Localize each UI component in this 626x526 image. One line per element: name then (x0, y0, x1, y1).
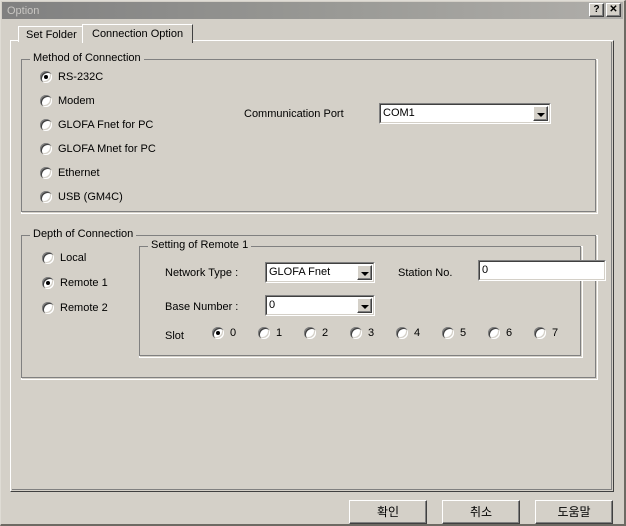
radio-dot-icon (40, 95, 52, 107)
group-depth-of-connection: Depth of Connection Local Remote 1 Remot… (21, 229, 606, 380)
radio-label: 6 (506, 327, 513, 339)
window-title: Option (7, 4, 40, 17)
cancel-button[interactable]: 취소 (442, 500, 520, 524)
station-no-input[interactable]: 0 (478, 260, 606, 281)
tab-connection-option[interactable]: Connection Option (82, 24, 194, 43)
group-method-of-connection: Method of Connection RS-232C Modem GLOFA… (21, 53, 598, 214)
radio-label: Ethernet (58, 167, 100, 179)
close-icon-button[interactable]: ✕ (606, 3, 621, 17)
radio-dot-icon (488, 327, 500, 339)
radio-label: 3 (368, 327, 375, 339)
chevron-down-icon[interactable] (357, 265, 372, 280)
radio-label: GLOFA Mnet for PC (58, 143, 156, 155)
group-depth-of-connection-title: Depth of Connection (30, 229, 137, 240)
radio-dot-icon (40, 71, 52, 83)
station-no-value: 0 (482, 264, 489, 276)
radio-glofa-fnet-for-pc[interactable]: GLOFA Fnet for PC (40, 119, 153, 131)
network-type-combobox[interactable]: GLOFA Fnet (265, 262, 375, 283)
radio-remote-1[interactable]: Remote 1 (42, 277, 108, 289)
network-type-label: Network Type : (165, 267, 239, 279)
radio-dot-icon (42, 277, 54, 289)
communication-port-combobox[interactable]: COM1 (379, 103, 551, 124)
help-button[interactable]: 도움말 (535, 500, 613, 524)
station-no-label: Station No. (398, 267, 453, 279)
radio-ethernet[interactable]: Ethernet (40, 167, 100, 179)
radio-label: Remote 1 (60, 277, 108, 289)
radio-label: Modem (58, 95, 95, 107)
radio-dot-icon (40, 143, 52, 155)
radio-slot-1[interactable]: 1 (258, 327, 282, 339)
radio-glofa-mnet-for-pc[interactable]: GLOFA Mnet for PC (40, 143, 156, 155)
chevron-down-icon[interactable] (357, 298, 372, 313)
radio-dot-icon (42, 302, 54, 314)
radio-modem[interactable]: Modem (40, 95, 95, 107)
radio-label: RS-232C (58, 71, 104, 83)
slot-label: Slot (165, 330, 184, 342)
radio-label: 1 (276, 327, 283, 339)
radio-slot-7[interactable]: 7 (534, 327, 558, 339)
title-bar-buttons: ? ✕ (589, 3, 621, 17)
group-setting-of-remote: Setting of Remote 1 Network Type : GLOFA… (139, 240, 606, 358)
radio-dot-icon (442, 327, 454, 339)
radio-slot-5[interactable]: 5 (442, 327, 466, 339)
radio-slot-6[interactable]: 6 (488, 327, 512, 339)
tab-set-folder[interactable]: Set Folder (18, 26, 83, 42)
radio-dot-icon (534, 327, 546, 339)
radio-label: Remote 2 (60, 302, 108, 314)
communication-port-label: Communication Port (244, 108, 344, 120)
base-number-label: Base Number : (165, 301, 239, 313)
radio-remote-2[interactable]: Remote 2 (42, 302, 108, 314)
radio-dot-icon (258, 327, 270, 339)
option-dialog-window: Option ? ✕ Set Folder Connection Option … (0, 0, 626, 526)
radio-dot-icon (42, 252, 54, 264)
radio-dot-icon (40, 167, 52, 179)
radio-slot-4[interactable]: 4 (396, 327, 420, 339)
base-number-combobox[interactable]: 0 (265, 295, 375, 316)
base-number-value: 0 (269, 299, 276, 311)
network-type-value: GLOFA Fnet (269, 266, 331, 278)
radio-label: 5 (460, 327, 467, 339)
tab-panel-connection-option: Method of Connection RS-232C Modem GLOFA… (10, 40, 614, 492)
radio-label: Local (60, 252, 87, 264)
radio-dot-icon (40, 119, 52, 131)
radio-label: GLOFA Fnet for PC (58, 119, 154, 131)
radio-rs-232c[interactable]: RS-232C (40, 71, 103, 83)
radio-label: 0 (230, 327, 237, 339)
title-bar[interactable]: Option ? ✕ (2, 2, 623, 19)
radio-label: 2 (322, 327, 329, 339)
radio-label: USB (GM4C) (58, 191, 123, 203)
radio-dot-icon (396, 327, 408, 339)
ok-button[interactable]: 확인 (349, 500, 427, 524)
radio-label: 7 (552, 327, 559, 339)
radio-local[interactable]: Local (42, 252, 86, 264)
radio-usb-gm4c[interactable]: USB (GM4C) (40, 191, 123, 203)
radio-slot-3[interactable]: 3 (350, 327, 374, 339)
radio-dot-icon (350, 327, 362, 339)
group-setting-of-remote-title: Setting of Remote 1 (148, 240, 252, 251)
radio-slot-0[interactable]: 0 (212, 327, 236, 339)
radio-dot-icon (40, 191, 52, 203)
tab-strip: Set Folder Connection Option (18, 23, 194, 43)
radio-label: 4 (414, 327, 421, 339)
radio-dot-icon (304, 327, 316, 339)
chevron-down-icon[interactable] (533, 106, 548, 121)
help-icon-button[interactable]: ? (589, 3, 604, 17)
communication-port-value: COM1 (383, 107, 415, 119)
group-method-of-connection-title: Method of Connection (30, 53, 144, 64)
radio-slot-2[interactable]: 2 (304, 327, 328, 339)
radio-dot-icon (212, 327, 224, 339)
